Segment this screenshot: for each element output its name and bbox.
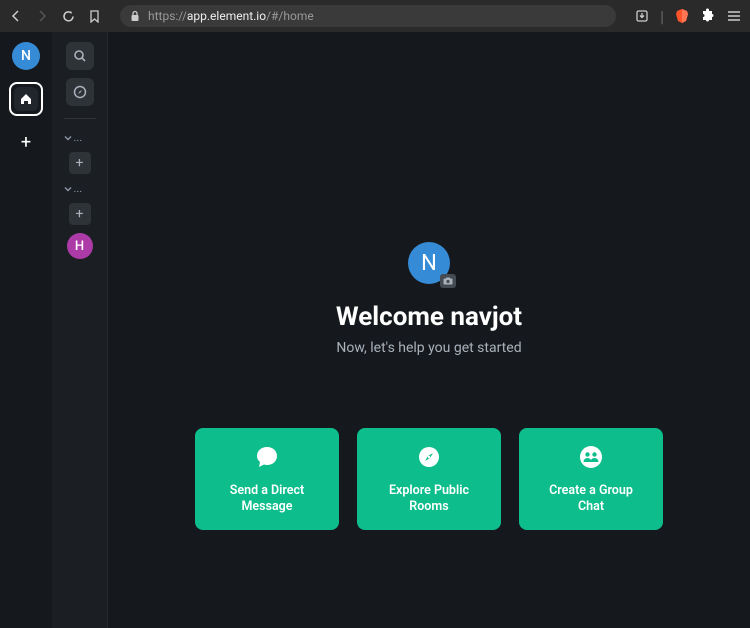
app-body: N + ... + ... + H N [0, 32, 750, 628]
start-chat-button[interactable]: + [69, 152, 91, 174]
divider [64, 118, 96, 119]
extensions-icon[interactable] [700, 8, 716, 24]
forward-button[interactable] [34, 8, 50, 24]
onboarding-cards: Send a Direct Message Explore Public Roo… [195, 428, 663, 530]
back-button[interactable] [8, 8, 24, 24]
welcome-heading: Welcome navjot [336, 302, 522, 332]
brave-shield-icon[interactable] [674, 8, 690, 24]
address-bar[interactable]: https://app.element.io/#/home [120, 5, 616, 27]
card-label: Send a Direct Message [230, 483, 305, 516]
search-button[interactable] [66, 42, 94, 70]
chevron-down-icon [64, 134, 72, 142]
add-space-button[interactable]: + [12, 128, 40, 156]
camera-icon [443, 277, 453, 285]
section-label: ... [74, 182, 83, 195]
compass-icon [73, 85, 87, 99]
home-space-selected[interactable] [9, 82, 43, 116]
section-header-rooms[interactable]: ... [60, 182, 100, 195]
bookmark-icon[interactable] [86, 8, 102, 24]
chevron-down-icon [64, 185, 72, 193]
room-list-sidebar: ... + ... + H [52, 32, 108, 628]
search-icon [73, 49, 87, 63]
explore-public-rooms-card[interactable]: Explore Public Rooms [357, 428, 501, 530]
card-label: Create a Group Chat [549, 483, 633, 516]
home-icon [19, 92, 33, 106]
group-icon [577, 443, 605, 471]
install-app-icon[interactable] [634, 8, 650, 24]
section-header-people[interactable]: ... [60, 131, 100, 144]
send-direct-message-card[interactable]: Send a Direct Message [195, 428, 339, 530]
card-label: Explore Public Rooms [389, 483, 469, 516]
explore-button[interactable] [66, 78, 94, 106]
spaces-bar: N + [0, 32, 52, 628]
chat-bubble-icon [253, 443, 281, 471]
profile-avatar-block[interactable]: N [408, 242, 450, 284]
welcome-subtitle: Now, let's help you get started [336, 340, 521, 356]
create-group-chat-card[interactable]: Create a Group Chat [519, 428, 663, 530]
compass-icon [415, 443, 443, 471]
separator: | [660, 7, 664, 26]
user-avatar[interactable]: N [12, 42, 40, 70]
reload-button[interactable] [60, 8, 76, 24]
url-text: https://app.element.io/#/home [148, 9, 314, 23]
upload-photo-badge[interactable] [440, 274, 456, 288]
browser-toolbar: https://app.element.io/#/home | [0, 0, 750, 32]
room-item[interactable]: H [67, 233, 93, 259]
menu-icon[interactable] [726, 8, 742, 24]
lock-icon [130, 10, 140, 22]
main-content: N Welcome navjot Now, let's help you get… [108, 32, 750, 628]
section-label: ... [74, 131, 83, 144]
add-room-button[interactable]: + [69, 203, 91, 225]
